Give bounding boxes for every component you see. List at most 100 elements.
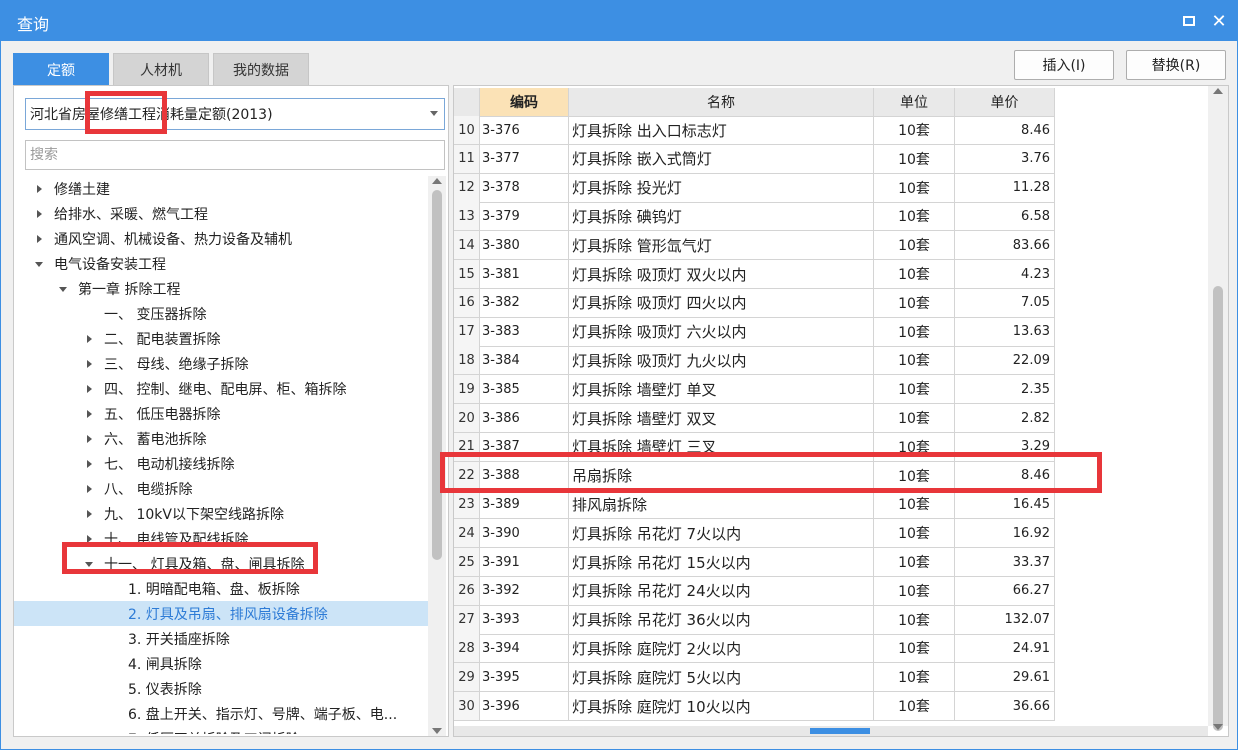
collapse-arrow-icon[interactable]	[58, 283, 70, 295]
expand-arrow-icon[interactable]	[84, 508, 96, 520]
tree-item[interactable]: 第一章 拆除工程	[14, 276, 428, 301]
title-bar[interactable]: 查询 ✕	[1, 1, 1237, 41]
expand-arrow-icon[interactable]	[84, 458, 96, 470]
expand-arrow-icon[interactable]	[84, 533, 96, 545]
tree-item[interactable]: 八、 电缆拆除	[14, 476, 428, 501]
table-row[interactable]: 17 3-383 灯具拆除 吸顶灯 六火以内 10套 13.63	[454, 317, 1055, 347]
tree-item[interactable]: 九、 10kV以下架空线路拆除	[14, 501, 428, 526]
insert-button[interactable]: 插入(I)	[1014, 50, 1114, 80]
table-vertical-scrollbar[interactable]	[1208, 86, 1228, 731]
splitter-handle[interactable]	[810, 728, 870, 734]
header-unit[interactable]: 单位	[874, 88, 955, 117]
tree-item[interactable]: 1. 明暗配电箱、盘、板拆除	[14, 576, 428, 601]
tab-my-data[interactable]: 我的数据	[213, 53, 309, 85]
tree-scrollbar[interactable]	[428, 176, 446, 736]
table-row[interactable]: 19 3-385 灯具拆除 墙壁灯 单叉 10套 2.35	[454, 375, 1055, 405]
expand-arrow-icon[interactable]	[34, 233, 46, 245]
row-price: 16.92	[955, 519, 1055, 549]
tree-item[interactable]: 一、 变压器拆除	[14, 301, 428, 326]
tree-item[interactable]: 七、 电动机接线拆除	[14, 451, 428, 476]
expand-arrow-icon[interactable]	[84, 383, 96, 395]
tree-item[interactable]: 六、 蓄电池拆除	[14, 426, 428, 451]
expand-arrow-icon[interactable]	[34, 183, 46, 195]
expand-arrow-icon[interactable]	[84, 433, 96, 445]
row-unit: 10套	[874, 173, 955, 203]
header-name[interactable]: 名称	[569, 88, 874, 117]
table-scroll-thumb[interactable]	[1213, 286, 1223, 731]
tree-item[interactable]: 修缮土建	[14, 176, 428, 201]
table-row[interactable]: 23 3-389 排风扇拆除 10套 16.45	[454, 490, 1055, 520]
table-row[interactable]: 10 3-376 灯具拆除 出入口标志灯 10套 8.46	[454, 116, 1055, 145]
expand-arrow-icon[interactable]	[84, 483, 96, 495]
replace-button[interactable]: 替换(R)	[1126, 50, 1226, 80]
expand-arrow-icon[interactable]	[84, 333, 96, 345]
tree-item[interactable]: 电气设备安装工程	[14, 251, 428, 276]
table-row[interactable]: 18 3-384 灯具拆除 吸顶灯 九火以内 10套 22.09	[454, 346, 1055, 376]
tree-item-label: 电气设备安装工程	[54, 256, 166, 273]
scroll-down-icon[interactable]	[1213, 724, 1223, 730]
table-row[interactable]: 11 3-377 灯具拆除 嵌入式筒灯 10套 3.76	[454, 144, 1055, 174]
tree-item[interactable]: 三、 母线、绝缘子拆除	[14, 351, 428, 376]
chapter-tree: 修缮土建给排水、采暖、燃气工程 通风空调、机械设备、热力设备及辅机电气设备安装工程…	[14, 176, 428, 734]
table-row[interactable]: 14 3-380 灯具拆除 管形氙气灯 10套 83.66	[454, 231, 1055, 261]
scroll-up-icon[interactable]	[1213, 88, 1223, 94]
close-button[interactable]: ✕	[1207, 9, 1231, 33]
row-price: 2.82	[955, 404, 1055, 433]
search-input[interactable]	[25, 140, 445, 170]
expand-arrow-icon[interactable]	[84, 358, 96, 370]
tree-item[interactable]: 五、 低压电器拆除	[14, 401, 428, 426]
table-row[interactable]: 29 3-395 灯具拆除 庭院灯 5火以内 10套 29.61	[454, 663, 1055, 693]
row-name: 灯具拆除 庭院灯 5火以内	[569, 663, 874, 693]
maximize-button[interactable]	[1177, 9, 1201, 33]
table-horizontal-scrollbar[interactable]	[454, 726, 1208, 736]
header-price[interactable]: 单价	[955, 88, 1055, 117]
query-dialog: 查询 ✕ 定额 人材机 我的数据 插入(I) 替换(R) 河北省房屋修缮工程消耗…	[0, 0, 1238, 750]
row-unit: 10套	[874, 317, 955, 347]
tree-item[interactable]: 给排水、采暖、燃气工程	[14, 201, 428, 226]
tree-item[interactable]: 4. 闸具拆除	[14, 651, 428, 676]
table-row[interactable]: 28 3-394 灯具拆除 庭院灯 2火以内 10套 24.91	[454, 634, 1055, 664]
table-row[interactable]: 13 3-379 灯具拆除 碘钨灯 10套 6.58	[454, 202, 1055, 232]
collapse-arrow-icon[interactable]	[34, 258, 46, 270]
table-row[interactable]: 26 3-392 灯具拆除 吊花灯 24火以内 10套 66.27	[454, 576, 1055, 606]
tree-item[interactable]: 3. 开关插座拆除	[14, 626, 428, 651]
row-index: 17	[454, 317, 480, 347]
table-row[interactable]: 20 3-386 灯具拆除 墙壁灯 双叉 10套 2.82	[454, 404, 1055, 433]
header-code[interactable]: 编码	[480, 88, 569, 117]
tab-quota[interactable]: 定额	[13, 53, 109, 85]
tree-item[interactable]: 7. 低压开关拆除及刀闸拆除	[14, 726, 428, 735]
row-name: 灯具拆除 吸顶灯 六火以内	[569, 317, 874, 347]
tree-item[interactable]: 2. 灯具及吊扇、排风扇设备拆除	[14, 601, 428, 626]
expand-arrow-icon[interactable]	[34, 208, 46, 220]
tab-labor-material-machine[interactable]: 人材机	[113, 53, 209, 85]
tree-item-label: 修缮土建	[54, 181, 110, 198]
tree-item[interactable]: 十一、 灯具及箱、盘、闸具拆除	[14, 551, 428, 576]
tree-item[interactable]: 四、 控制、继电、配电屏、柜、箱拆除	[14, 376, 428, 401]
table-row[interactable]: 12 3-378 灯具拆除 投光灯 10套 11.28	[454, 173, 1055, 203]
collapse-arrow-icon[interactable]	[84, 558, 96, 570]
table-row[interactable]: 15 3-381 灯具拆除 吸顶灯 双火以内 10套 4.23	[454, 260, 1055, 289]
row-code: 3-378	[480, 173, 569, 203]
scroll-down-icon[interactable]	[432, 728, 442, 734]
table-row[interactable]: 30 3-396 灯具拆除 庭院灯 10火以内 10套 36.66	[454, 692, 1055, 721]
table-row[interactable]: 16 3-382 灯具拆除 吸顶灯 四火以内 10套 7.05	[454, 288, 1055, 318]
tree-item[interactable]: 6. 盘上开关、指示灯、号牌、端子板、电...	[14, 701, 428, 726]
tree-item[interactable]: 5. 仪表拆除	[14, 676, 428, 701]
tree-scroll-thumb[interactable]	[432, 190, 442, 560]
table-row[interactable]: 24 3-390 灯具拆除 吊花灯 7火以内 10套 16.92	[454, 519, 1055, 549]
row-index: 21	[454, 432, 480, 462]
tree-item-label: 4. 闸具拆除	[128, 656, 202, 673]
row-unit: 10套	[874, 202, 955, 232]
quota-library-select[interactable]: 河北省房屋修缮工程消耗量定额(2013)	[25, 98, 445, 130]
expand-arrow-icon[interactable]	[84, 408, 96, 420]
tree-item[interactable]: 通风空调、机械设备、热力设备及辅机	[14, 226, 428, 251]
table-row[interactable]: 25 3-391 灯具拆除 吊花灯 15火以内 10套 33.37	[454, 548, 1055, 577]
table-row[interactable]: 27 3-393 灯具拆除 吊花灯 36火以内 10套 132.07	[454, 605, 1055, 635]
tree-item[interactable]: 二、 配电装置拆除	[14, 326, 428, 351]
table-row[interactable]: 21 3-387 灯具拆除 墙壁灯 三叉 10套 3.29	[454, 432, 1055, 462]
scroll-up-icon[interactable]	[432, 178, 442, 184]
table-row[interactable]: 22 3-388 吊扇拆除 10套 8.46	[454, 461, 1055, 491]
tree-item[interactable]: 十、 电线管及配线拆除	[14, 526, 428, 551]
